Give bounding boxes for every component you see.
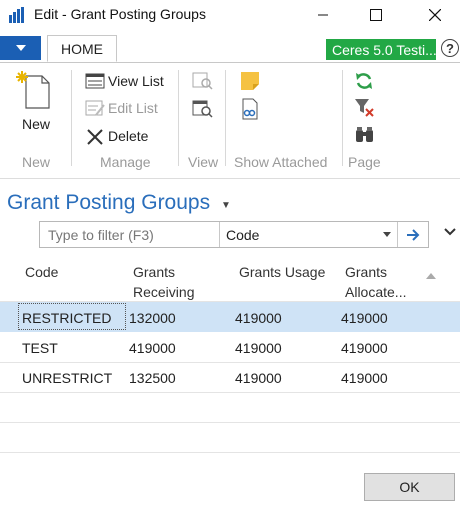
table-row[interactable]: UNRESTRICT 132500 419000 419000 [0, 362, 460, 392]
minimize-button[interactable] [300, 0, 346, 30]
column-header-grants-usage[interactable]: Grants Usage [239, 262, 325, 282]
chevron-down-icon [15, 45, 26, 51]
links-icon[interactable] [240, 98, 260, 120]
new-button[interactable]: New [14, 70, 60, 134]
group-separator [71, 70, 72, 166]
delete-icon [87, 129, 103, 145]
cell-code: UNRESTRICT [22, 370, 113, 386]
table-row[interactable]: RESTRICTED 132000 419000 419000 [0, 302, 460, 332]
divider [0, 392, 460, 393]
refresh-icon[interactable] [354, 71, 374, 91]
view-icon[interactable] [192, 71, 214, 91]
clear-filter-icon[interactable] [354, 98, 376, 118]
group-separator [342, 70, 343, 166]
column-header-grants-receiving[interactable]: Grants Receiving [133, 262, 194, 302]
group-label-new: New [22, 154, 51, 170]
window-title: Edit - Grant Posting Groups [34, 6, 206, 22]
page-title[interactable]: Grant Posting Groups [7, 191, 210, 215]
column-header-code[interactable]: Code [25, 262, 58, 282]
filter-input[interactable] [40, 222, 219, 247]
arrow-right-icon [407, 228, 420, 241]
cell-grants-receiving: 419000 [129, 340, 176, 356]
cell-grants-usage: 419000 [235, 340, 282, 356]
ok-button[interactable]: OK [364, 473, 455, 501]
app-logo-icon [8, 6, 26, 24]
edit-list-label: Edit List [108, 100, 158, 116]
cell-grants-receiving: 132500 [129, 370, 176, 386]
cell-code: RESTRICTED [22, 310, 112, 326]
cell-code: TEST [22, 340, 58, 356]
maximize-button[interactable] [353, 0, 399, 30]
minimize-icon [318, 14, 328, 16]
collapse-chevron-icon[interactable] [444, 228, 456, 236]
ribbon-body [0, 62, 460, 179]
filter-field-select[interactable]: Code [219, 222, 397, 247]
help-button[interactable]: ? [441, 39, 459, 57]
chevron-down-icon [383, 232, 391, 237]
cell-grants-usage: 419000 [235, 310, 282, 326]
group-separator [178, 70, 179, 166]
close-button[interactable] [412, 0, 458, 30]
apply-filter-button[interactable] [397, 222, 428, 247]
cell-grants-allocated: 419000 [341, 310, 388, 326]
title-bar: Edit - Grant Posting Groups [0, 0, 460, 30]
notes-icon[interactable] [240, 71, 260, 91]
table-row[interactable]: TEST 419000 419000 419000 [0, 332, 460, 362]
group-label-page: Page [348, 154, 381, 170]
edit-list-button[interactable]: Edit List [84, 99, 170, 119]
view-list-button[interactable]: View List [84, 72, 170, 92]
app-menu-button[interactable] [0, 36, 41, 60]
title-dropdown-icon[interactable]: ▼ [221, 200, 231, 211]
column-header-grants-allocated[interactable]: Grants Allocate... [345, 262, 406, 302]
new-document-icon [16, 71, 50, 109]
view-details-icon[interactable] [192, 99, 214, 119]
tab-home[interactable]: HOME [47, 35, 117, 62]
group-separator [225, 70, 226, 166]
edit-list-icon [85, 100, 105, 116]
cell-grants-receiving: 132000 [129, 310, 176, 326]
company-badge[interactable]: Ceres 5.0 Testi... [326, 39, 436, 60]
group-label-manage: Manage [100, 154, 151, 170]
cell-grants-allocated: 419000 [341, 340, 388, 356]
cell-grants-allocated: 419000 [341, 370, 388, 386]
cell-grants-usage: 419000 [235, 370, 282, 386]
find-binoculars-icon[interactable] [354, 126, 376, 146]
filter-bar: Code [39, 221, 429, 248]
sort-indicator-icon [426, 273, 436, 279]
divider [0, 452, 460, 453]
new-label: New [22, 116, 51, 132]
delete-label: Delete [108, 128, 149, 144]
close-icon [429, 9, 441, 21]
filter-field-value: Code [226, 226, 260, 243]
group-label-show-attached: Show Attached [234, 154, 328, 170]
maximize-icon [370, 9, 382, 21]
divider [0, 422, 460, 423]
delete-button[interactable]: Delete [84, 127, 170, 147]
group-label-view: View [188, 154, 219, 170]
view-list-label: View List [108, 73, 164, 89]
view-list-icon [85, 73, 105, 89]
